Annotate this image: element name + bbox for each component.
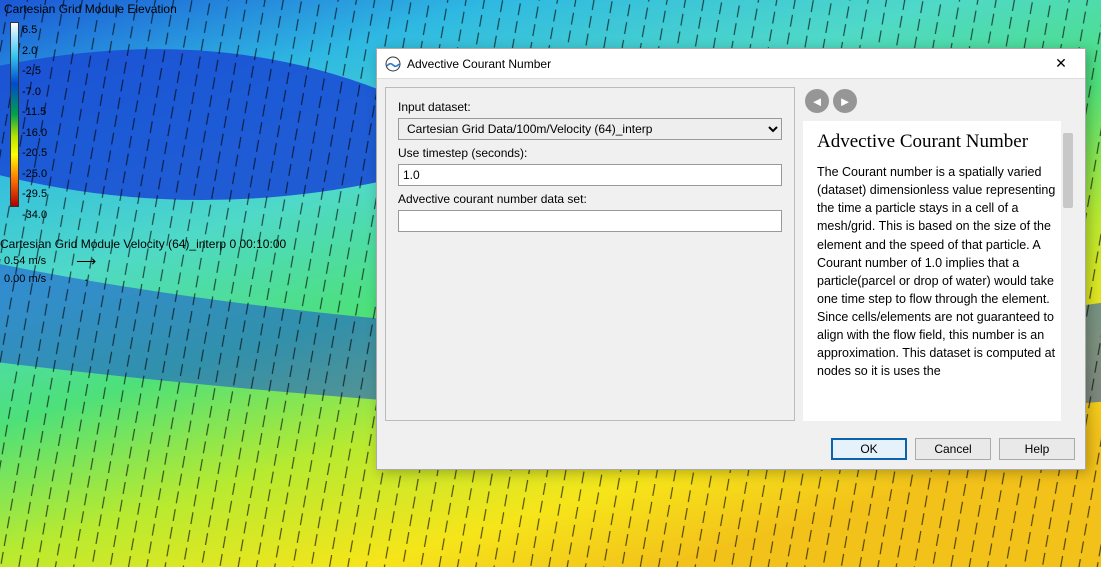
velocity-legend: 0.54 m/s ⟶ 0.00 m/s · [4, 252, 106, 288]
help-button[interactable]: Help [999, 438, 1075, 460]
input-dataset-label: Input dataset: [398, 100, 782, 114]
tick-value: -29.5 [22, 184, 47, 205]
timestep-label: Use timestep (seconds): [398, 146, 782, 160]
tick-value: -16.0 [22, 123, 47, 144]
dot-icon: · [66, 271, 106, 287]
tick-value: -7.0 [22, 82, 47, 103]
scrollbar-thumb[interactable] [1063, 133, 1073, 208]
velocity-scale-label: 0.00 m/s [4, 273, 46, 285]
arrow-icon: ⟶ [66, 253, 106, 270]
tick-value: -20.5 [22, 143, 47, 164]
tick-value: -2.5 [22, 61, 47, 82]
velocity-legend-title: Cartesian Grid Module Velocity (64)_inte… [0, 237, 286, 251]
ok-button[interactable]: OK [831, 438, 907, 460]
dialog-footer: OK Cancel Help [377, 429, 1085, 469]
dialog-titlebar[interactable]: Advective Courant Number ✕ [377, 49, 1085, 79]
dialog-title: Advective Courant Number [407, 57, 1041, 71]
close-button[interactable]: ✕ [1041, 50, 1081, 78]
input-dataset-select[interactable]: Cartesian Grid Data/100m/Velocity (64)_i… [398, 118, 782, 140]
help-content: Advective Courant Number The Courant num… [803, 121, 1075, 421]
output-dataset-input[interactable] [398, 210, 782, 232]
help-nav: ◄ ► [803, 87, 1075, 115]
parameters-panel: Input dataset: Cartesian Grid Data/100m/… [385, 87, 795, 421]
cancel-button[interactable]: Cancel [915, 438, 991, 460]
tick-value: -25.0 [22, 164, 47, 185]
help-body-text: The Courant number is a spatially varied… [817, 163, 1061, 381]
dialog-body: Input dataset: Cartesian Grid Data/100m/… [377, 79, 1085, 429]
timestep-input[interactable] [398, 164, 782, 186]
elevation-legend: Cartesian Grid Module Elevation [0, 0, 181, 18]
help-heading: Advective Courant Number [817, 131, 1061, 153]
velocity-scale-label: 0.54 m/s [4, 255, 46, 267]
elevation-colorbar-ticks: 6.5 2.0 -2.5 -7.0 -11.5 -16.0 -20.5 -25.… [22, 20, 47, 225]
tick-value: 6.5 [22, 20, 47, 41]
app-icon [385, 56, 401, 72]
help-scrollbar[interactable] [1061, 121, 1075, 421]
help-forward-button[interactable]: ► [833, 89, 857, 113]
elevation-colorbar [10, 22, 19, 207]
tick-value: -34.0 [22, 205, 47, 226]
elevation-legend-title: Cartesian Grid Module Elevation [0, 0, 181, 18]
tick-value: -11.5 [22, 102, 47, 123]
help-panel: ◄ ► Advective Courant Number The Courant… [803, 87, 1077, 421]
tick-value: 2.0 [22, 41, 47, 62]
advective-courant-dialog: Advective Courant Number ✕ Input dataset… [376, 48, 1086, 470]
help-back-button[interactable]: ◄ [805, 89, 829, 113]
output-dataset-label: Advective courant number data set: [398, 192, 782, 206]
